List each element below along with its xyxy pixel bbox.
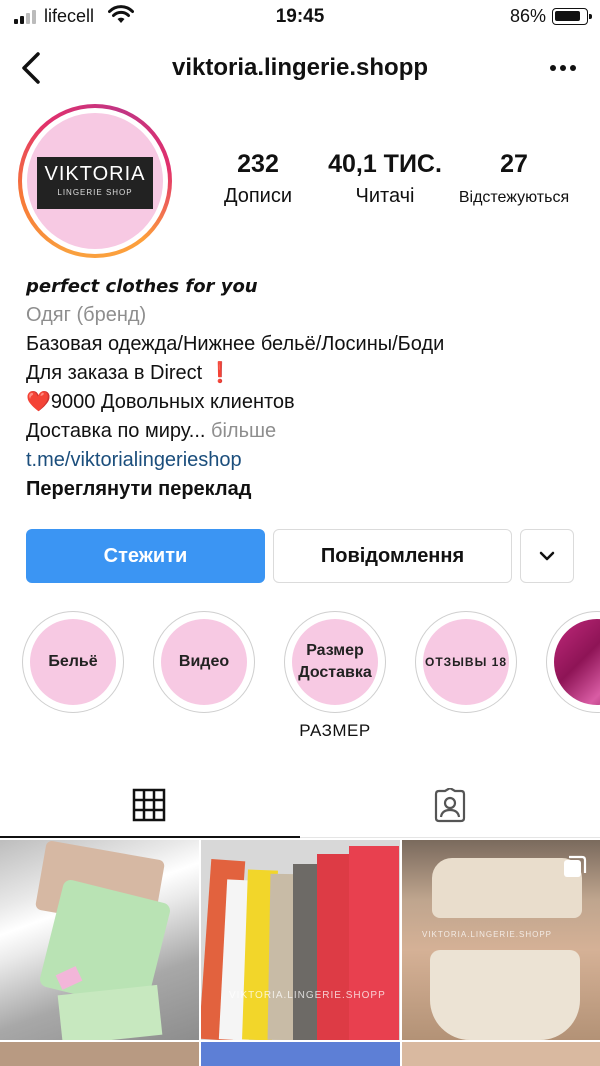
post-thumbnail[interactable] xyxy=(402,1042,600,1066)
post-watermark: VIKTORIA.LINGERIE.SHOPP xyxy=(229,990,386,1001)
profile-bio: perfect clothes for you Одяг (бренд) Баз… xyxy=(26,272,586,504)
suggested-accounts-button[interactable] xyxy=(520,529,574,583)
following-label: Відстежуються xyxy=(458,189,570,206)
story-highlight[interactable] xyxy=(546,611,600,713)
bio-line: Для заказа в Direct ❗ xyxy=(26,362,233,384)
profile-username: viktoria.lingerie.shopp xyxy=(171,54,429,81)
post-thumbnail[interactable]: VIKTORIA.LINGERIE.SHOPP xyxy=(402,840,600,1040)
post-thumbnail[interactable]: VIKTORIA.LINGERIE.SHOPP xyxy=(201,840,400,1040)
profile-tabs xyxy=(0,772,600,838)
post-thumbnail[interactable] xyxy=(0,1042,199,1066)
post-thumbnail[interactable] xyxy=(0,840,199,1040)
posts-label: Дописи xyxy=(223,185,293,207)
story-highlight[interactable]: Размер Доставка РАЗМЕР xyxy=(284,611,386,741)
followers-label: Читачі xyxy=(355,185,415,207)
highlight-title: ОТЗЫВЫ 18 xyxy=(423,619,509,705)
bio-category: Одяг (бренд) xyxy=(26,304,147,326)
highlight-photo xyxy=(554,619,600,705)
post-watermark: VIKTORIA.LINGERIE.SHOPP xyxy=(422,930,552,939)
message-button[interactable]: Повідомлення xyxy=(273,529,512,583)
following-count: 27 xyxy=(500,150,528,178)
battery-percent: 86% xyxy=(509,6,546,26)
followers-count: 40,1 ТИС. xyxy=(328,150,442,178)
posts-count: 232 xyxy=(237,150,279,178)
story-highlight[interactable]: Видео xyxy=(153,611,255,713)
highlight-label: РАЗМЕР xyxy=(299,721,371,740)
bio-line: Базовая одежда/Нижнее бельё/Лосины/Боди xyxy=(26,333,445,355)
highlight-title: Размер Доставка xyxy=(292,619,378,705)
post-thumbnail[interactable] xyxy=(201,1042,400,1066)
bio-line: Доставка по миру... більше xyxy=(26,420,277,442)
bio-tagline: perfect clothes for you xyxy=(26,276,258,297)
tab-posts-grid[interactable] xyxy=(0,772,300,838)
battery-icon xyxy=(552,8,592,25)
highlight-title: Видео xyxy=(161,619,247,705)
followers-stat[interactable]: 40,1 ТИС. Читачі xyxy=(322,150,448,208)
more-horizontal-icon[interactable] xyxy=(546,52,580,84)
posts-stat[interactable]: 232 Дописи xyxy=(206,150,310,208)
status-bar: lifecell 19:45 86% xyxy=(0,0,600,34)
profile-nav-bar: viktoria.lingerie.shopp xyxy=(0,40,600,96)
highlight-title: Бельё xyxy=(30,619,116,705)
grid-icon xyxy=(132,788,166,822)
avatar: VIKTORIA LINGERIE SHOP xyxy=(27,113,163,249)
tab-tagged[interactable] xyxy=(300,772,600,838)
tagged-person-icon xyxy=(434,788,466,823)
brand-logo: VIKTORIA LINGERIE SHOP xyxy=(37,157,153,209)
heart-icon: ❤️ xyxy=(26,391,51,413)
bio-more-link[interactable]: більше xyxy=(211,420,276,442)
story-highlight[interactable]: Бельё xyxy=(22,611,124,713)
exclamation-icon: ❗ xyxy=(207,362,233,384)
bio-website-link[interactable]: t.me/viktorialingerieshop xyxy=(26,446,586,475)
avatar-story-ring[interactable]: VIKTORIA LINGERIE SHOP xyxy=(18,104,172,258)
story-highlight[interactable]: ОТЗЫВЫ 18 xyxy=(415,611,517,713)
carousel-icon xyxy=(564,855,587,877)
follow-button[interactable]: Стежити xyxy=(26,529,265,583)
following-stat[interactable]: 27 Відстежуються xyxy=(452,150,576,207)
see-translation-link[interactable]: Переглянути переклад xyxy=(26,475,586,504)
chevron-down-icon xyxy=(539,551,555,561)
bio-line: ❤️9000 Довольных клиентов xyxy=(26,391,295,413)
